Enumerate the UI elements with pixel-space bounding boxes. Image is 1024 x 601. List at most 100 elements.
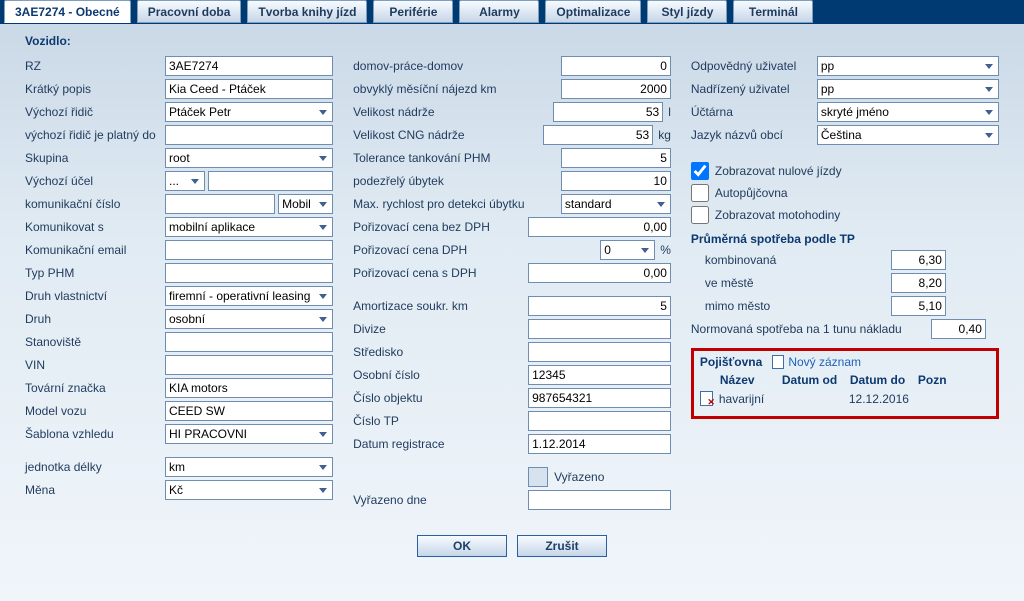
jazyk-label: Jazyk názvů obcí	[691, 128, 811, 142]
amortizace-label: Amortizace soukr. km	[353, 299, 528, 313]
mimo-label: mimo město	[691, 299, 891, 313]
kratky-popis-label: Krátký popis	[25, 82, 165, 96]
divize-label: Divize	[353, 322, 528, 336]
tab-terminal[interactable]: Terminál	[733, 0, 813, 23]
vychozi-ucel-label: Výchozí účel	[25, 174, 165, 188]
ridic-platny-do-input[interactable]	[165, 125, 333, 145]
ucel-mini-select[interactable]: ...	[165, 171, 205, 191]
spotreba-heading: Průměrná spotřeba podle TP	[691, 232, 999, 246]
dph-unit: %	[658, 243, 671, 257]
kom-cislo-input[interactable]	[165, 194, 275, 214]
stredisko-label: Středisko	[353, 345, 528, 359]
tab-optimalizace[interactable]: Optimalizace	[545, 0, 641, 23]
tovarni-znacka-label: Tovární značka	[25, 381, 165, 395]
vin-label: VIN	[25, 358, 165, 372]
tab-alarmy[interactable]: Alarmy	[459, 0, 539, 23]
tab-tvorba-knihy[interactable]: Tvorba knihy jízd	[247, 0, 367, 23]
druh-vlastnictvi-select[interactable]: firemní - operativní leasing	[165, 286, 333, 306]
vyrazeno-checkbox[interactable]	[528, 467, 548, 487]
datum-registrace-input[interactable]	[528, 434, 671, 454]
vyrazeno-dne-input[interactable]	[528, 490, 671, 510]
tab-obecne[interactable]: 3AE7274 - Obecné	[4, 0, 131, 23]
odpovedny-label: Odpovědný uživatel	[691, 59, 811, 73]
stanoviste-input[interactable]	[165, 332, 333, 352]
novy-zaznam-link[interactable]: Nový záznam	[772, 355, 861, 369]
ubytek-label: podezřelý úbytek	[353, 174, 528, 188]
rz-input[interactable]	[165, 56, 333, 76]
dpd-input[interactable]	[561, 56, 671, 76]
osobni-cislo-input[interactable]	[528, 365, 671, 385]
model-vozu-label: Model vozu	[25, 404, 165, 418]
mimo-input[interactable]	[891, 296, 946, 316]
uctarna-select[interactable]: skryté jméno	[817, 102, 999, 122]
delete-icon[interactable]	[700, 391, 713, 406]
typ-phm-input[interactable]	[165, 263, 333, 283]
insurance-row[interactable]: havarijní 12.12.2016	[700, 391, 990, 406]
maxrychlost-select[interactable]: standard	[561, 194, 671, 214]
ins-hd-od: Datum od	[782, 373, 844, 387]
cislo-tp-input[interactable]	[528, 411, 671, 431]
cislo-objektu-label: Číslo objektu	[353, 391, 528, 405]
vozidlo-heading: Vozidlo:	[25, 34, 999, 48]
tab-pracovni-doba[interactable]: Pracovní doba	[137, 0, 242, 23]
kom-email-input[interactable]	[165, 240, 333, 260]
mena-label: Měna	[25, 483, 165, 497]
model-vozu-input[interactable]	[165, 401, 333, 421]
dpd-label: domov-práce-domov	[353, 59, 528, 73]
odpovedny-select[interactable]: pp	[817, 56, 999, 76]
jednotka-delky-select[interactable]: km	[165, 457, 333, 477]
cancel-button[interactable]: Zrušit	[517, 535, 607, 557]
dph-select[interactable]: 0	[600, 240, 655, 260]
autopujcovna-label: Autopůjčovna	[715, 186, 788, 200]
ubytek-input[interactable]	[561, 171, 671, 191]
vyrazeno-label: Vyřazeno	[554, 470, 604, 484]
pojistovna-panel: Pojišťovna Nový záznam Název Datum od Da…	[691, 348, 999, 419]
komunikovat-s-select[interactable]: mobilní aplikace	[165, 217, 333, 237]
tab-styl-jizdy[interactable]: Styl jízdy	[647, 0, 727, 23]
ins-hd-nazev: Název	[720, 373, 776, 387]
sablona-vzhledu-label: Šablona vzhledu	[25, 427, 165, 441]
najezd-input[interactable]	[561, 79, 671, 99]
nadrizeny-select[interactable]: pp	[817, 79, 999, 99]
jazyk-select[interactable]: Čeština	[817, 125, 999, 145]
tab-periferie[interactable]: Periférie	[373, 0, 453, 23]
divize-input[interactable]	[528, 319, 671, 339]
osobni-cislo-label: Osobní číslo	[353, 368, 528, 382]
kratky-popis-input[interactable]	[165, 79, 333, 99]
ok-button[interactable]: OK	[417, 535, 507, 557]
tovarni-znacka-input[interactable]	[165, 378, 333, 398]
col-left: RZ Krátký popis Výchozí řidič Ptáček Pet…	[25, 54, 333, 511]
cena-s-dph-input[interactable]	[528, 263, 671, 283]
cena-bez-dph-input[interactable]	[528, 217, 671, 237]
druh-select[interactable]: osobní	[165, 309, 333, 329]
rz-label: RZ	[25, 59, 165, 73]
nadrz-input[interactable]	[553, 102, 663, 122]
norm-label: Normovaná spotřeba na 1 tunu nákladu	[691, 322, 931, 336]
mena-select[interactable]: Kč	[165, 480, 333, 500]
vychozi-ridic-select[interactable]: Ptáček Petr	[165, 102, 333, 122]
vin-input[interactable]	[165, 355, 333, 375]
nulove-jizdy-checkbox[interactable]	[691, 162, 709, 180]
cislo-objektu-input[interactable]	[528, 388, 671, 408]
ridic-platny-do-label: výchozí řidič je platný do	[25, 128, 165, 142]
amortizace-input[interactable]	[528, 296, 671, 316]
mesto-input[interactable]	[891, 273, 946, 293]
stredisko-input[interactable]	[528, 342, 671, 362]
jednotka-delky-label: jednotka délky	[25, 460, 165, 474]
skupina-select[interactable]: root	[165, 148, 333, 168]
stanoviste-label: Stanoviště	[25, 335, 165, 349]
tolerance-input[interactable]	[561, 148, 671, 168]
motohodiny-checkbox[interactable]	[691, 206, 709, 224]
document-icon	[772, 355, 784, 369]
nadrizeny-label: Nadřízený uživatel	[691, 82, 811, 96]
vychozi-ucel-input[interactable]	[208, 171, 333, 191]
sablona-vzhledu-select[interactable]: HI PRACOVNI	[165, 424, 333, 444]
novy-zaznam-label: Nový záznam	[788, 355, 861, 369]
norm-input[interactable]	[931, 319, 986, 339]
tolerance-label: Tolerance tankování PHM	[353, 151, 528, 165]
datum-registrace-label: Datum registrace	[353, 437, 528, 451]
kom-cislo-mode-select[interactable]: Mobil	[278, 194, 333, 214]
kombi-input[interactable]	[891, 250, 946, 270]
cng-input[interactable]	[543, 125, 653, 145]
autopujcovna-checkbox[interactable]	[691, 184, 709, 202]
